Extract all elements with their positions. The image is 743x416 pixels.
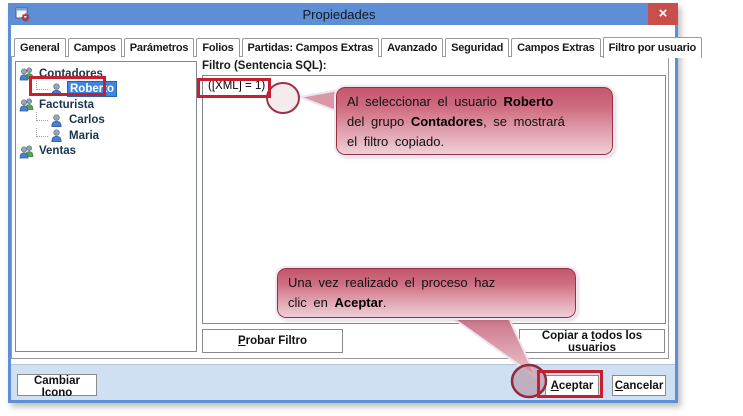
callout-text: Una vez realizado el proceso haz xyxy=(288,275,496,290)
button-accelerator: P xyxy=(237,335,246,347)
callout-text-bold: Contadores xyxy=(410,114,484,129)
cambiar-icono-button[interactable]: Cambiar Icono xyxy=(17,374,97,399)
group-icon xyxy=(19,145,34,159)
tab-strip: General Campos Parámetros Folios Partida… xyxy=(14,37,704,58)
propiedades-dialog: Propiedades × General Campos Parámetros … xyxy=(8,3,703,403)
callout-text-bold: Aceptar xyxy=(334,295,383,310)
tree-item-carlos[interactable]: Carlos xyxy=(16,112,196,129)
tab-folios[interactable]: Folios xyxy=(196,38,240,57)
user-icon xyxy=(51,83,62,96)
button-accelerator: C xyxy=(614,379,624,392)
callout-text: el filtro copiado. xyxy=(347,134,445,149)
tab-campos[interactable]: Campos xyxy=(67,38,122,57)
callout-text: Al seleccionar el usuario xyxy=(347,94,504,109)
tree-item-label: Carlos xyxy=(69,114,105,127)
button-accelerator: A xyxy=(550,379,559,392)
aceptar-button[interactable]: Aceptar xyxy=(545,375,599,396)
close-button[interactable]: × xyxy=(648,3,678,25)
title-bar: Propiedades × xyxy=(8,3,678,25)
window-title: Propiedades xyxy=(302,6,376,22)
tab-avanzado[interactable]: Avanzado xyxy=(381,38,444,57)
user-icon xyxy=(51,114,62,127)
tree-item-roberto[interactable]: Roberto xyxy=(16,81,196,98)
tree-item-label: Roberto xyxy=(67,81,118,98)
callout-text: , se mostrará xyxy=(483,114,565,129)
button-label: ceptar xyxy=(558,379,594,392)
tree-item-label: Facturista xyxy=(39,98,94,111)
group-icon xyxy=(19,98,34,112)
tree-item-label: Contadores xyxy=(39,67,103,80)
tree-item-contadores[interactable]: Contadores xyxy=(16,66,196,82)
tab-campos-extras[interactable]: Campos Extras xyxy=(511,38,601,57)
tree-item-label: Maria xyxy=(69,129,100,142)
callout-bubble-filtro: Al seleccionar el usuario Roberto del gr… xyxy=(334,85,615,157)
callout-text: del grupo xyxy=(347,114,411,129)
tab-general[interactable]: General xyxy=(14,38,66,57)
button-label: ancelar xyxy=(623,379,664,392)
probar-filtro-button[interactable]: Probar Filtro xyxy=(202,329,343,353)
button-label: Copiar a xyxy=(541,330,592,342)
tab-partidas-campos-extras[interactable]: Partidas: Campos Extras xyxy=(241,38,380,57)
callout-text: . xyxy=(382,295,387,310)
button-label: robar Filtro xyxy=(245,335,307,347)
app-gear-icon xyxy=(15,7,30,22)
tab-filtro-por-usuario[interactable]: Filtro por usuario xyxy=(602,37,703,58)
tree-item-maria[interactable]: Maria xyxy=(16,127,196,144)
tree-item-ventas[interactable]: Ventas xyxy=(16,144,196,160)
tab-seguridad[interactable]: Seguridad xyxy=(445,38,510,57)
group-icon xyxy=(19,67,34,81)
user-icon xyxy=(51,129,62,143)
callout-bubble-aceptar: Una vez realizado el proceso haz clic en… xyxy=(275,266,578,320)
tree-item-label: Ventas xyxy=(39,145,77,158)
screenshot-canvas: Propiedades × General Campos Parámetros … xyxy=(0,0,743,416)
callout-text-bold: Roberto xyxy=(503,94,554,109)
tab-parametros[interactable]: Parámetros xyxy=(123,38,195,57)
users-tree: Contadores Roberto Facturista Carlos Mar… xyxy=(15,61,197,352)
dialog-footer: Cambiar Icono Aceptar Cancelar xyxy=(11,364,675,400)
filter-sql-label: Filtro (Sentencia SQL): xyxy=(202,60,327,72)
tree-connector xyxy=(36,112,48,122)
dialog-body: General Campos Parámetros Folios Partida… xyxy=(11,25,703,400)
tree-item-facturista[interactable]: Facturista xyxy=(16,97,196,113)
tree-connector xyxy=(36,127,48,137)
tree-connector xyxy=(36,81,48,91)
copiar-a-todos-button[interactable]: Copiar a todos los usuarios xyxy=(519,329,665,354)
cancelar-button[interactable]: Cancelar xyxy=(612,375,666,396)
callout-text: clic en xyxy=(288,295,335,310)
